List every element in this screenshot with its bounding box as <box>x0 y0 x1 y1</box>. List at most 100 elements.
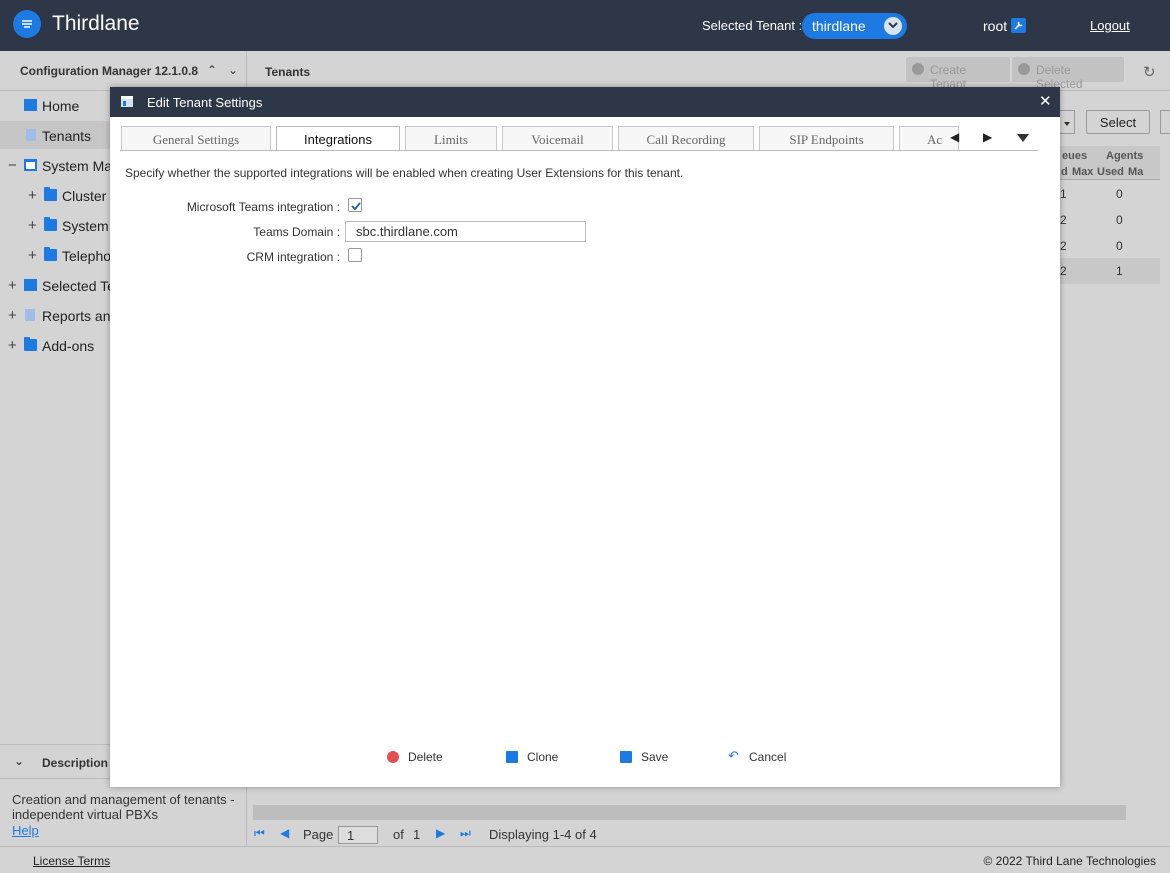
close-icon[interactable]: ✕ <box>1039 92 1052 110</box>
clone-label: Clone <box>527 750 559 764</box>
copyright: © 2022 Third Lane Technologies <box>983 854 1156 868</box>
next-page-icon[interactable]: ▶ <box>436 826 445 840</box>
first-page-icon[interactable]: ⏮ <box>254 826 265 841</box>
footer: License Terms © 2022 Third Lane Technolo… <box>0 846 1170 873</box>
thirdlane-logo-icon <box>13 10 41 38</box>
filter-combo-trigger[interactable] <box>1060 110 1075 134</box>
sidebar-item-label: Reports and <box>42 308 119 324</box>
tab-limits[interactable]: Limits <box>405 126 497 150</box>
selected-tenant-label: Selected Tenant : <box>702 18 803 33</box>
description-text: Creation and management of tenants - ind… <box>12 792 235 822</box>
crm-integration-checkbox[interactable] <box>348 248 362 262</box>
expand-icon[interactable]: + <box>8 277 20 294</box>
license-terms-link[interactable]: License Terms <box>33 854 110 868</box>
expand-all-icon[interactable]: ⌄ <box>228 63 238 77</box>
dialog-header[interactable]: Edit Tenant Settings ✕ <box>110 87 1060 117</box>
sidebar-header: Configuration Manager 12.1.0.8 ⌃ ⌄ <box>0 51 247 91</box>
last-page-icon[interactable]: ⏭ <box>460 826 471 841</box>
column-header[interactable]: Used <box>1097 166 1124 178</box>
collapse-all-icon[interactable]: ⌃ <box>207 63 217 77</box>
add-icon <box>912 63 924 75</box>
table-cell: 2 <box>1060 264 1067 278</box>
toolbar-button-edge[interactable] <box>1160 110 1170 134</box>
create-tenant-button[interactable]: Create Tenant <box>906 57 1010 91</box>
window-icon <box>24 159 37 171</box>
table-cell: 1 <box>1116 264 1123 278</box>
tab-sip-endpoints[interactable]: SIP Endpoints <box>759 126 894 150</box>
document-icon <box>26 129 36 141</box>
tab-integrations[interactable]: Integrations <box>276 126 400 150</box>
main-title: Tenants <box>265 65 311 79</box>
tab-general-settings[interactable]: General Settings <box>121 126 271 150</box>
folder-icon <box>44 217 57 231</box>
logout-link[interactable]: Logout <box>1090 18 1130 33</box>
delete-icon <box>387 751 399 763</box>
select-button[interactable]: Select <box>1086 110 1150 134</box>
table-cell: 1 <box>1060 187 1067 201</box>
crm-integration-label: CRM integration : <box>246 250 340 264</box>
table-cell: 2 <box>1060 213 1067 227</box>
table-cell: 0 <box>1116 187 1123 201</box>
sidebar-item-label: Telephor <box>62 248 116 264</box>
chevron-down-icon <box>884 17 902 35</box>
horizontal-scrollbar[interactable] <box>253 805 1126 820</box>
page-number-input[interactable] <box>338 826 378 844</box>
selected-table-row[interactable] <box>1060 258 1160 284</box>
previous-page-icon[interactable]: ◀ <box>280 826 289 840</box>
sidebar-item-label: System Mar <box>42 158 117 174</box>
delete-label: Delete <box>408 750 443 764</box>
brand-name: Thirdlane <box>52 12 140 35</box>
description-title: Description <box>42 756 109 770</box>
tab-scroll-left-icon[interactable]: ◀ <box>950 130 959 144</box>
expand-icon[interactable]: + <box>28 187 40 204</box>
window-icon <box>121 96 133 107</box>
cancel-label: Cancel <box>749 750 787 764</box>
main-header: Tenants Create Tenant Delete Selected <box>248 51 1170 91</box>
expand-icon[interactable]: + <box>8 307 20 324</box>
delete-selected-button[interactable]: Delete Selected <box>1012 57 1124 91</box>
column-header[interactable]: Max <box>1072 166 1093 178</box>
sidebar-item-label: Selected Ter <box>42 278 120 294</box>
dialog-title: Edit Tenant Settings <box>147 95 263 110</box>
sidebar-item-label: Home <box>42 98 80 114</box>
help-link[interactable]: Help <box>12 823 39 838</box>
user-name: root <box>983 18 1008 34</box>
home-icon <box>24 99 37 111</box>
reports-icon <box>25 309 35 321</box>
sidebar-item-label: Tenants <box>42 128 92 144</box>
column-header[interactable]: Ma <box>1128 166 1143 178</box>
tenant-select[interactable]: thirdlane <box>802 13 907 39</box>
tenant-select-value: thirdlane <box>812 18 866 34</box>
tab-voicemail[interactable]: Voicemail <box>502 126 613 150</box>
table-cell: 2 <box>1060 239 1067 253</box>
of-label: of <box>393 827 404 842</box>
expand-icon[interactable]: + <box>28 247 40 264</box>
teams-integration-label: Microsoft Teams integration : <box>186 200 340 214</box>
displaying-count: Displaying 1-4 of 4 <box>489 827 597 842</box>
expand-icon[interactable]: + <box>8 337 20 354</box>
folder-icon <box>44 247 57 261</box>
column-header[interactable]: d <box>1061 166 1068 178</box>
top-bar: Thirdlane Selected Tenant : thirdlane ro… <box>0 0 1170 51</box>
tab-menu-down-icon[interactable] <box>1017 134 1029 142</box>
table-cell: 0 <box>1116 239 1123 253</box>
tab-call-recording[interactable]: Call Recording <box>618 126 754 150</box>
tab-bar: General Settings Integrations Limits Voi… <box>120 126 1038 151</box>
tab-scroll-right-icon[interactable]: ▶ <box>983 130 992 144</box>
clone-icon <box>506 751 518 763</box>
save-icon <box>620 751 632 763</box>
chevron-down-icon[interactable]: ⌄ <box>14 754 24 768</box>
remove-icon <box>1018 63 1030 75</box>
user-settings-icon[interactable] <box>1011 18 1026 33</box>
refresh-icon[interactable]: ↻ <box>1143 63 1156 81</box>
column-group-queues: eues <box>1062 150 1088 162</box>
folder-icon <box>24 337 37 351</box>
edit-tenant-dialog: Edit Tenant Settings ✕ General Settings … <box>110 87 1060 787</box>
total-pages: 1 <box>413 827 421 842</box>
teams-integration-checkbox[interactable] <box>348 198 362 212</box>
table-cell: 0 <box>1116 213 1123 227</box>
expand-icon[interactable]: + <box>28 217 40 234</box>
teams-domain-input[interactable] <box>345 221 586 242</box>
collapse-icon[interactable]: − <box>8 157 20 174</box>
sidebar-title: Configuration Manager 12.1.0.8 <box>20 64 199 78</box>
